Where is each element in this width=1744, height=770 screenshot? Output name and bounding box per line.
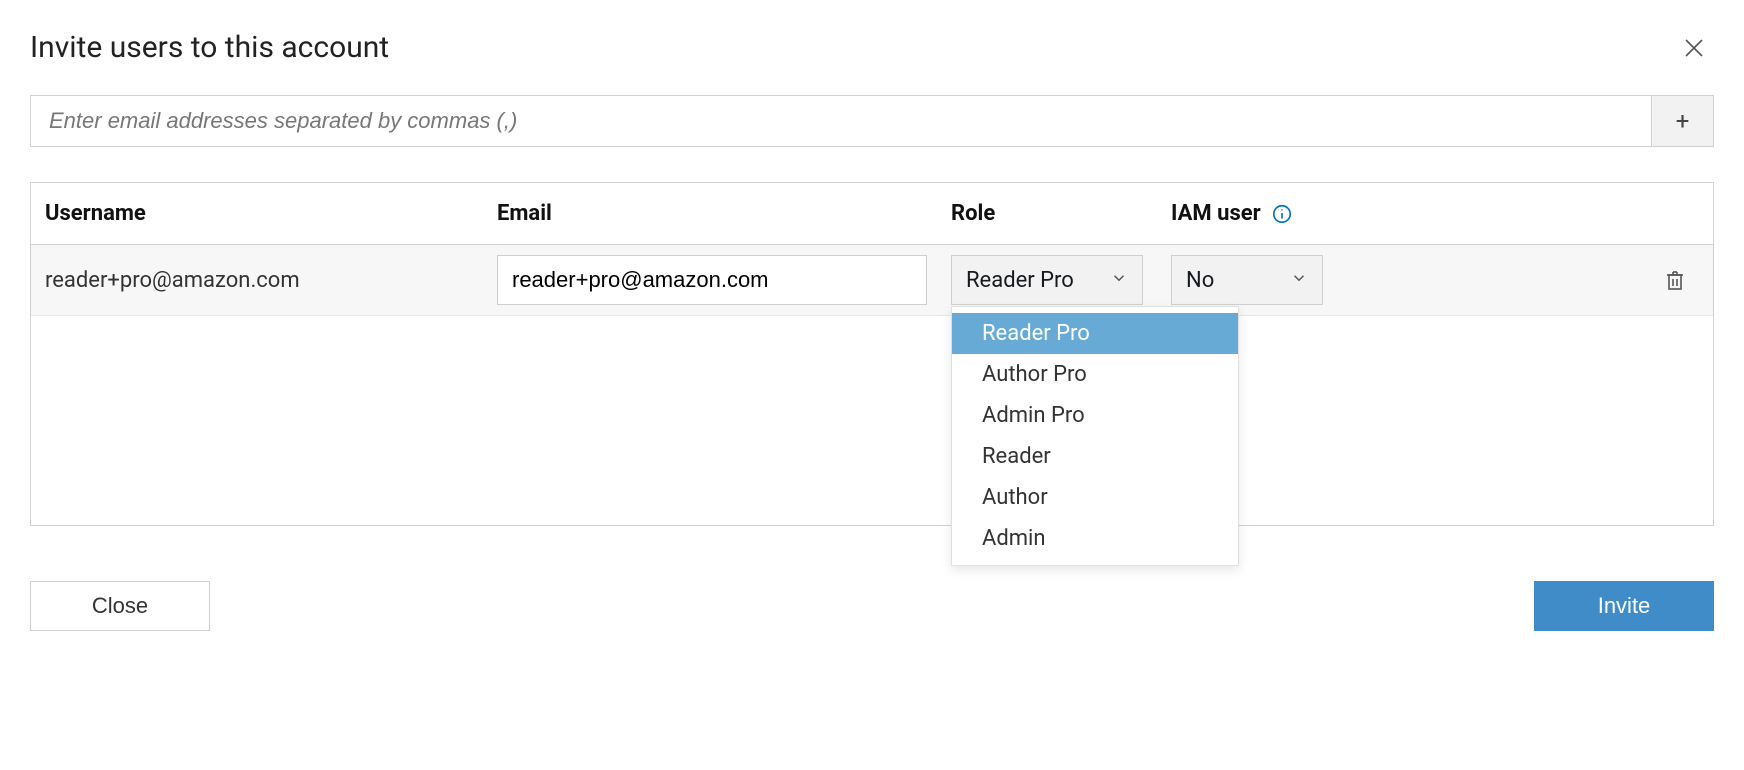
chevron-down-icon (1110, 268, 1128, 293)
role-selected-label: Reader Pro (966, 268, 1074, 293)
email-input[interactable] (30, 95, 1652, 147)
table-body: reader+pro@amazon.com Reader Pro Rea (31, 245, 1713, 525)
cell-email (497, 255, 951, 305)
add-button[interactable]: + (1652, 95, 1714, 147)
info-icon[interactable] (1271, 203, 1293, 225)
role-select[interactable]: Reader Pro Reader Pro Author Pro Admin P… (951, 255, 1143, 305)
close-icon[interactable] (1682, 36, 1706, 60)
header-iam-label: IAM user (1171, 201, 1261, 226)
role-option-reader-pro[interactable]: Reader Pro (952, 313, 1238, 354)
cell-role: Reader Pro Reader Pro Author Pro Admin P… (951, 255, 1171, 305)
cell-iam: No (1171, 255, 1391, 305)
invite-table: Username Email Role IAM user reader+pro@… (30, 182, 1714, 526)
modal-title: Invite users to this account (30, 30, 1714, 65)
cell-username: reader+pro@amazon.com (45, 268, 497, 293)
role-option-reader[interactable]: Reader (952, 436, 1238, 477)
footer: Close Invite (30, 581, 1714, 631)
role-option-author-pro[interactable]: Author Pro (952, 354, 1238, 395)
trash-icon[interactable] (1663, 267, 1687, 293)
role-dropdown: Reader Pro Author Pro Admin Pro Reader A… (951, 306, 1239, 566)
cell-actions (1391, 267, 1699, 293)
header-username: Username (45, 201, 497, 226)
header-email: Email (497, 201, 951, 226)
header-iam: IAM user (1171, 201, 1391, 226)
role-option-admin[interactable]: Admin (952, 518, 1238, 559)
table-row: reader+pro@amazon.com Reader Pro Rea (31, 245, 1713, 316)
role-option-admin-pro[interactable]: Admin Pro (952, 395, 1238, 436)
chevron-down-icon (1290, 268, 1308, 293)
email-field[interactable] (497, 255, 927, 305)
role-option-author[interactable]: Author (952, 477, 1238, 518)
iam-select[interactable]: No (1171, 255, 1323, 305)
header-role: Role (951, 201, 1171, 226)
close-button[interactable]: Close (30, 581, 210, 631)
invite-button[interactable]: Invite (1534, 581, 1714, 631)
table-header: Username Email Role IAM user (31, 183, 1713, 245)
email-add-row: + (30, 95, 1714, 147)
plus-icon: + (1676, 107, 1690, 135)
iam-selected-label: No (1186, 268, 1214, 293)
